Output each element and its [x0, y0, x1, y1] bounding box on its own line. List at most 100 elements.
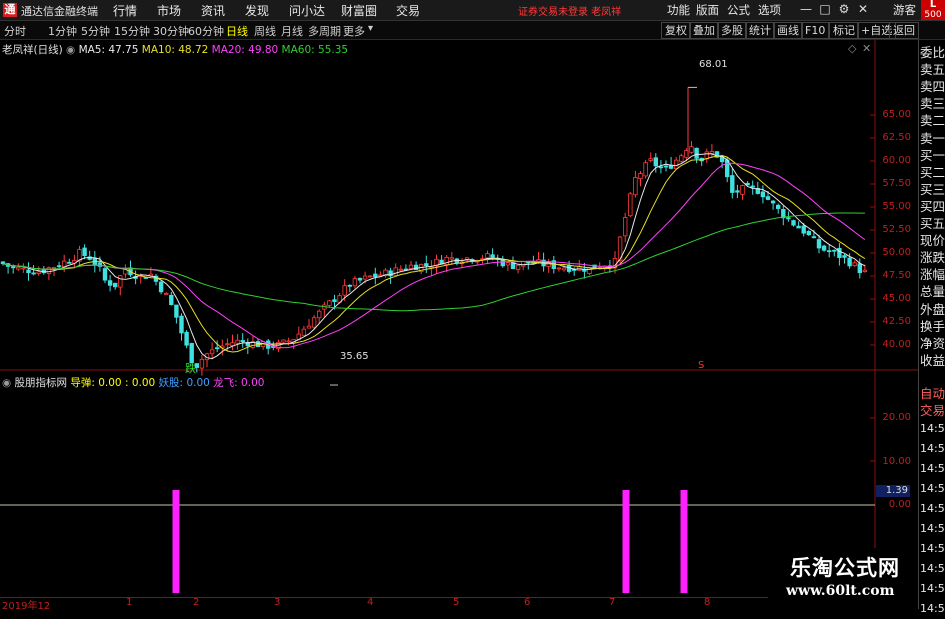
price-tick: 62.50: [882, 132, 911, 143]
menu-trade[interactable]: 交易: [396, 2, 420, 19]
side-panel-item[interactable]: 卖五: [920, 61, 945, 78]
minimize-icon[interactable]: —: [799, 2, 813, 16]
candle-body: [82, 247, 87, 257]
side-panel-item[interactable]: 现价: [920, 232, 945, 249]
adjust-button[interactable]: 复权: [661, 22, 691, 39]
period-multi[interactable]: 多周期: [308, 23, 341, 39]
candle-body: [311, 317, 317, 328]
formula-button[interactable]: 公式: [727, 2, 750, 18]
period-5min[interactable]: 5分钟: [81, 23, 110, 39]
side-panel-item[interactable]: 卖一: [920, 130, 945, 147]
candle-body: [199, 358, 205, 369]
x-label: 3: [274, 597, 281, 608]
candle-body: [26, 269, 31, 274]
menu-ask[interactable]: 问小达: [289, 2, 325, 19]
tick-time-item: 14:56: [920, 582, 945, 595]
function-button[interactable]: 功能: [667, 2, 690, 18]
period-30min[interactable]: 30分钟: [153, 23, 189, 39]
maximize-icon[interactable]: □: [818, 2, 832, 16]
side-panel-item[interactable]: 总量: [920, 283, 945, 300]
level-badge[interactable]: L 500: [921, 0, 945, 20]
side-panel-trade-item[interactable]: 交易: [920, 402, 945, 419]
menu-news[interactable]: 资讯: [201, 2, 225, 19]
candle-body: [67, 261, 72, 264]
period-monthly[interactable]: 月线: [281, 23, 303, 39]
price-tick: 55.00: [882, 201, 911, 212]
side-panel-item[interactable]: 涨幅: [920, 266, 945, 283]
candle-body: [184, 331, 189, 346]
side-panel-trade-item[interactable]: 自动: [920, 385, 945, 402]
candle-body: [51, 267, 57, 269]
layout-button[interactable]: 版面: [696, 2, 719, 18]
period-intraday[interactable]: 分时: [4, 23, 26, 39]
sub-indicator-info: ◉ 股朋指标网 导弹: 0.00 : 0.00 妖股: 0.00 龙飞: 0.0…: [2, 375, 264, 390]
multi-stock-button[interactable]: 多股: [717, 22, 747, 39]
kline-chart[interactable]: [0, 40, 918, 609]
candle-body: [821, 245, 827, 251]
menu-wealth[interactable]: 财富圈: [341, 2, 377, 19]
f10-button[interactable]: F10: [801, 22, 830, 39]
side-panel-item[interactable]: 卖二: [920, 112, 945, 129]
back-button[interactable]: 返回: [889, 22, 919, 39]
guest-label[interactable]: 游客: [893, 2, 916, 18]
stats-button[interactable]: 统计: [745, 22, 775, 39]
candle-body: [347, 284, 352, 287]
settings-gear-icon[interactable]: ⚙: [837, 2, 851, 16]
tick-time-item: 14:56: [920, 482, 945, 495]
close-icon[interactable]: ✕: [856, 2, 870, 16]
period-daily[interactable]: 日线: [226, 23, 248, 39]
draw-line-button[interactable]: 画线: [773, 22, 803, 39]
candle-body: [796, 225, 801, 229]
indicator-bar: [680, 490, 688, 593]
side-panel-item[interactable]: 卖三: [920, 95, 945, 112]
candle-body: [770, 200, 776, 204]
side-panel-item[interactable]: 卖四: [920, 78, 945, 95]
candle-body: [694, 147, 699, 159]
mark-button[interactable]: 标记: [829, 22, 859, 39]
side-panel-item[interactable]: 买一: [920, 147, 945, 164]
price-tick: 57.50: [882, 178, 911, 189]
candle-body: [0, 261, 6, 265]
sub-tick: 10.00: [882, 456, 911, 467]
menu-discover[interactable]: 发现: [245, 2, 269, 19]
period-more[interactable]: 更多: [343, 23, 365, 39]
candle-body: [663, 165, 669, 168]
side-panel-item[interactable]: 收益: [920, 352, 945, 369]
candle-body: [286, 340, 291, 343]
period-1min[interactable]: 1分钟: [48, 23, 77, 39]
indicator-bar: [622, 490, 630, 593]
side-panel-item[interactable]: 买三: [920, 181, 945, 198]
menu-quotes[interactable]: 行情: [113, 2, 137, 19]
period-weekly[interactable]: 周线: [254, 23, 276, 39]
side-panel-item[interactable]: 净资: [920, 335, 945, 352]
candle-body: [709, 151, 715, 154]
period-more-arrow-icon[interactable]: ▾: [368, 23, 373, 34]
side-panel-item[interactable]: 涨跌: [920, 249, 945, 266]
candle-body: [327, 300, 332, 306]
x-label: 7: [609, 597, 616, 608]
settings-icon[interactable]: ◉: [2, 377, 11, 389]
options-button[interactable]: 选项: [758, 2, 781, 18]
candle-body: [373, 273, 378, 278]
period-60min[interactable]: 60分钟: [188, 23, 224, 39]
side-panel-item[interactable]: 委比: [920, 44, 945, 61]
side-panel-item[interactable]: 外盘: [920, 301, 945, 318]
candle-body: [449, 257, 454, 260]
candle-body: [735, 190, 740, 193]
candle-body: [209, 349, 215, 355]
period-15min[interactable]: 15分钟: [114, 23, 150, 39]
side-panel-item[interactable]: 买二: [920, 164, 945, 181]
watermark-url: www.60lt.com: [786, 583, 895, 599]
menu-market[interactable]: 市场: [157, 2, 181, 19]
candle-body: [857, 263, 862, 274]
side-panel-item[interactable]: 买五: [920, 215, 945, 232]
candle-body: [566, 265, 572, 272]
side-panel-item[interactable]: 换手: [920, 318, 945, 335]
candle-body: [837, 247, 842, 258]
candle-body: [36, 271, 41, 274]
tick-time-item: 14:56: [920, 502, 945, 515]
price-tick: 52.50: [882, 224, 911, 235]
side-panel-item[interactable]: 买四: [920, 198, 945, 215]
tick-time-item: 14:56: [920, 602, 945, 615]
overlay-button[interactable]: 叠加: [689, 22, 719, 39]
